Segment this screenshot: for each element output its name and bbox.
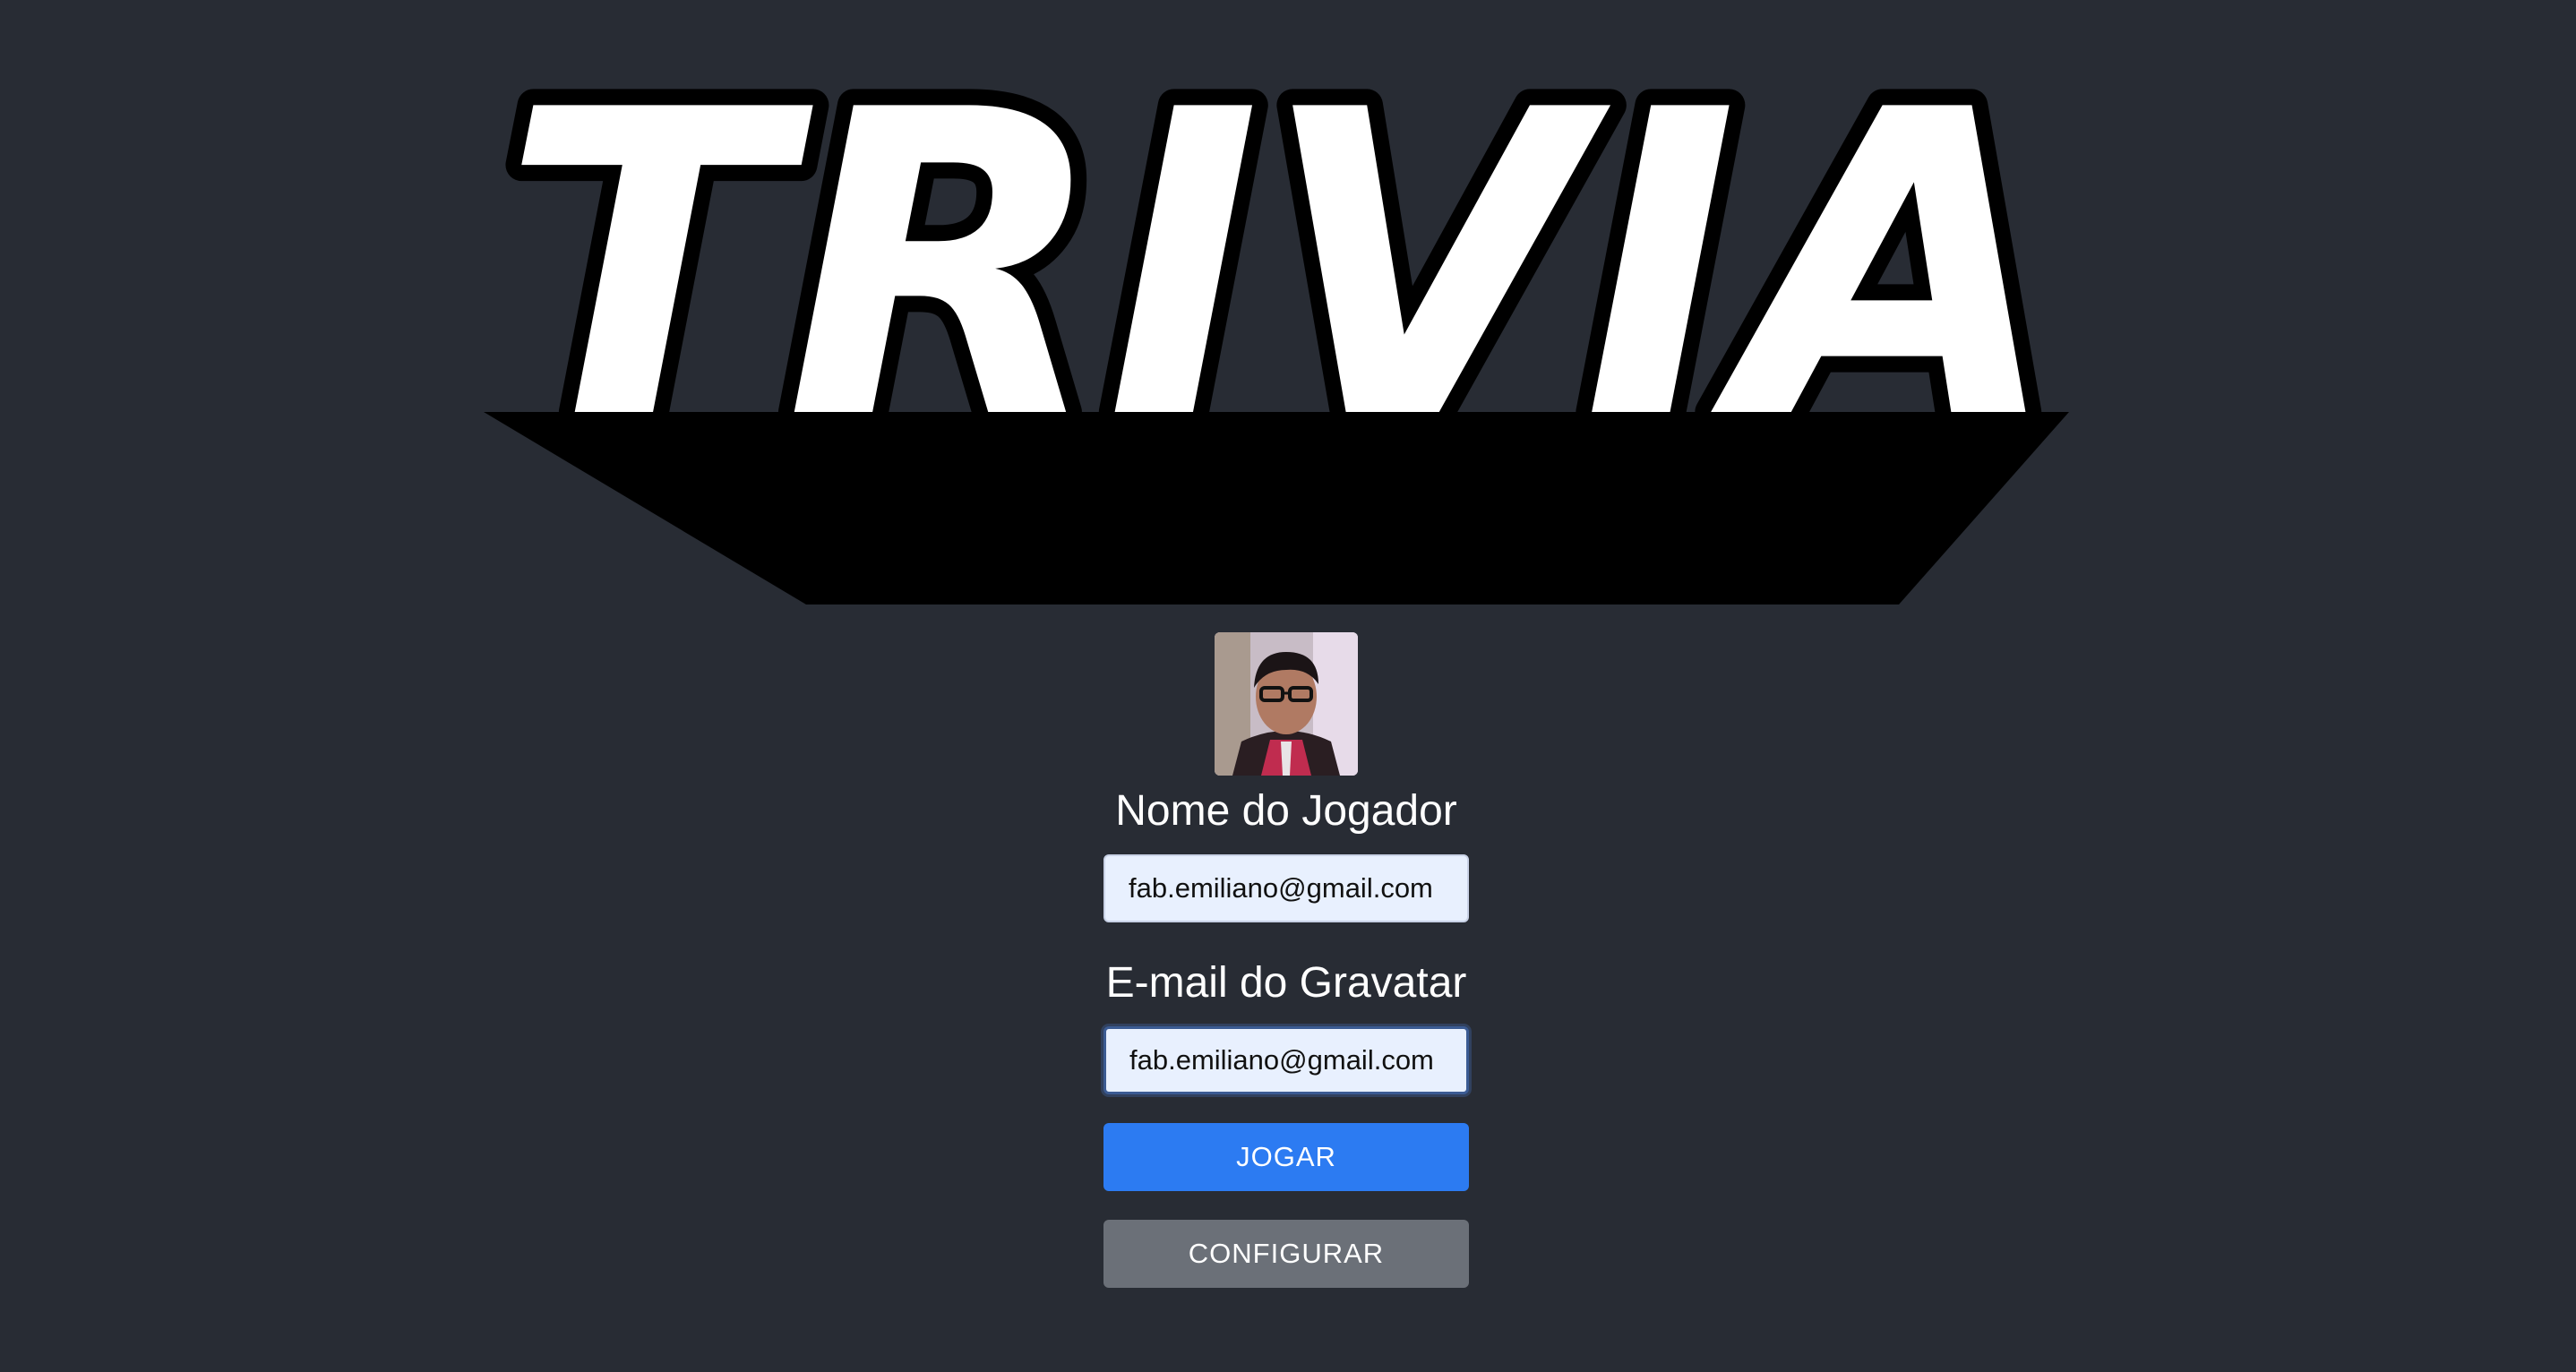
login-screen: TRIVIA TRIVIA Nome do Jogador E-mail do …: [0, 0, 2576, 1372]
player-avatar: [1215, 632, 1358, 776]
player-name-label: Nome do Jogador: [1115, 787, 1457, 835]
gravatar-email-label: E-mail do Gravatar: [1105, 959, 1467, 1007]
login-form: Nome do Jogador E-mail do Gravatar JOGAR…: [1103, 632, 1469, 1288]
logo-text: TRIVIA: [502, 49, 2060, 511]
settings-button[interactable]: CONFIGURAR: [1103, 1220, 1469, 1288]
gravatar-email-input[interactable]: [1103, 1026, 1469, 1094]
play-button[interactable]: JOGAR: [1103, 1123, 1469, 1191]
trivia-logo: TRIVIA TRIVIA: [466, 49, 2078, 613]
player-name-input[interactable]: [1103, 854, 1469, 922]
